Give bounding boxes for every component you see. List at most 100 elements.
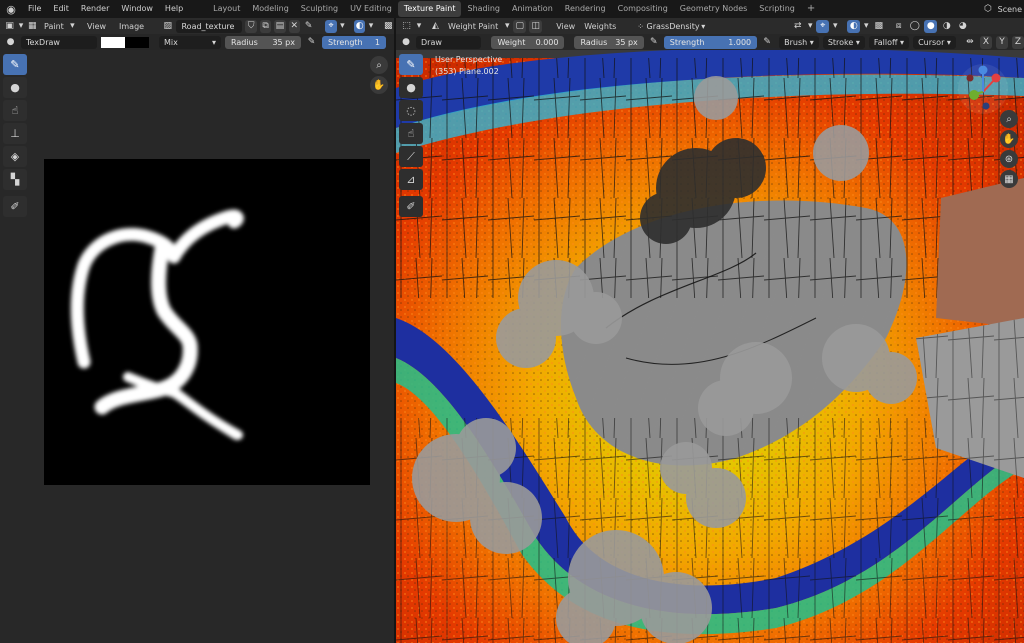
camera-view-icon[interactable]: ⊛ (1000, 150, 1018, 168)
mode-selector[interactable]: Paint (41, 22, 67, 31)
tab-texture-paint[interactable]: Texture Paint (397, 1, 462, 17)
rendered-shading-icon[interactable]: ◕ (956, 20, 969, 33)
gizmo-icon[interactable]: ◐ (353, 19, 366, 33)
wireframe-shading-icon[interactable]: ◯ (908, 20, 921, 33)
mode-selector[interactable]: Weight Paint (445, 22, 501, 31)
fake-user-icon[interactable]: ⛉ (245, 19, 257, 33)
perspective-toggle-icon[interactable]: ▦ (1000, 170, 1018, 188)
tab-scripting[interactable]: Scripting (753, 1, 801, 17)
radius-slider[interactable]: Radius 35 px (225, 35, 301, 49)
pressure-icon[interactable]: ✎ (305, 36, 318, 49)
transform-pivot-icon[interactable]: ⇄ (791, 20, 804, 33)
pan-hand-icon[interactable]: ✋ (1000, 130, 1018, 148)
smear-icon[interactable]: ☝ (3, 100, 27, 121)
axis-gizmo[interactable] (956, 62, 1010, 116)
material-shading-icon[interactable]: ◑ (940, 20, 953, 33)
brush-icon[interactable]: ✎ (3, 54, 27, 75)
strength-slider[interactable]: Strength 1.000 (663, 35, 758, 49)
add-workspace-icon[interactable]: + (801, 1, 821, 17)
brush-name-field[interactable]: TexDraw (21, 35, 97, 49)
strength-slider[interactable]: Strength 1 (322, 35, 386, 49)
secondary-color-swatch[interactable] (125, 36, 149, 48)
vertex-group-dropdown[interactable]: ⁘ GrassDensity ▾ (632, 19, 711, 33)
solid-shading-icon[interactable]: ● (924, 19, 938, 33)
gradient-icon[interactable]: ⟋ (399, 146, 423, 167)
menu-image[interactable]: Image (116, 22, 147, 31)
blend-mode-dropdown[interactable]: Mix ▾ (159, 35, 221, 49)
menu-window[interactable]: Window (115, 0, 159, 18)
vertex-group-icon: ⁘ (637, 21, 644, 31)
zoom-icon[interactable]: ⌕ (370, 56, 388, 74)
sample-icon[interactable]: ⊿ (399, 169, 423, 190)
tab-rendering[interactable]: Rendering (559, 1, 612, 17)
image-name-field[interactable]: Road_texture (176, 19, 243, 33)
radius-slider[interactable]: Radius 35 px (574, 35, 644, 49)
annotate-icon[interactable]: ✐ (3, 196, 27, 217)
image-browse-icon[interactable]: ▨ (162, 20, 173, 33)
falloff-menu[interactable]: Falloff ▾ (868, 35, 910, 49)
brush-name-field[interactable]: Draw (416, 35, 482, 49)
smear-icon[interactable]: ☝ (399, 123, 423, 144)
perspective-label: User Perspective (435, 55, 503, 64)
chevron-down-icon: ▾ (701, 21, 706, 31)
new-image-icon[interactable]: ⧉ (259, 19, 272, 33)
zoom-icon[interactable]: ⌕ (1000, 110, 1018, 128)
overlay-icon[interactable]: ▩ (872, 20, 885, 33)
annotate-icon[interactable]: ✐ (399, 196, 423, 217)
weight-paint-mode-icon: ◭ (432, 20, 439, 31)
blur-icon[interactable]: ● (3, 77, 27, 98)
menu-view[interactable]: View (84, 22, 109, 31)
tab-modeling[interactable]: Modeling (246, 1, 294, 17)
fill-icon[interactable]: ◈ (3, 146, 27, 167)
pressure-icon[interactable]: ✎ (761, 36, 773, 49)
weight-slider[interactable]: Weight 0.000 (491, 35, 565, 49)
brush-menu[interactable]: Brush ▾ (779, 35, 819, 49)
3d-viewport[interactable]: ⬚ ▾ ◭ Weight Paint ▾ ▢ ◫ View Weights ⁘ … (396, 18, 1024, 643)
radius-label: Radius (231, 37, 258, 47)
brush-icon[interactable]: ✎ (399, 54, 423, 75)
pressure-icon[interactable]: ✎ (648, 36, 660, 49)
open-image-icon[interactable]: ▤ (274, 19, 286, 33)
scene-selector[interactable]: ⬡ Scene (982, 0, 1024, 18)
editor-type-icon[interactable]: ⬚ (400, 20, 413, 33)
blender-logo-icon[interactable]: ◉ (0, 0, 22, 18)
brush-preview-icon[interactable]: ● (400, 36, 412, 49)
menu-view[interactable]: View (553, 22, 578, 31)
gizmo-icon[interactable]: ◐ (847, 19, 861, 33)
mask-toggle-icon[interactable]: ▢ (513, 19, 527, 33)
uv-sync-icon[interactable]: ⌖ (325, 19, 337, 33)
tab-layout[interactable]: Layout (207, 1, 246, 17)
average-icon[interactable]: ◌ (399, 100, 423, 121)
tab-uv-editing[interactable]: UV Editing (344, 1, 398, 17)
blur-icon[interactable]: ● (399, 77, 423, 98)
tab-sculpting[interactable]: Sculpting (295, 1, 344, 17)
unlink-icon[interactable]: ✕ (288, 19, 300, 33)
menu-weights[interactable]: Weights (581, 22, 619, 31)
pan-hand-icon[interactable]: ✋ (370, 76, 388, 94)
menu-file[interactable]: File (22, 0, 47, 18)
menu-render[interactable]: Render (75, 0, 115, 18)
tab-geometry-nodes[interactable]: Geometry Nodes (674, 1, 753, 17)
xray-icon[interactable]: ⧈ (892, 20, 905, 33)
tab-shading[interactable]: Shading (461, 1, 506, 17)
clone-icon[interactable]: ⊥ (3, 123, 27, 144)
symmetry-y-toggle[interactable]: Y (995, 35, 1008, 49)
pin-icon[interactable]: ✎ (303, 20, 314, 33)
primary-color-swatch[interactable] (101, 36, 125, 48)
stroke-menu[interactable]: Stroke ▾ (822, 35, 865, 49)
road-texture-canvas[interactable] (44, 159, 370, 485)
vertex-select-icon[interactable]: ◫ (529, 19, 543, 33)
brush-preview-icon[interactable]: ● (4, 36, 17, 49)
editor-type-icon[interactable]: ▣ (4, 20, 15, 33)
overlay-icon[interactable]: ▩ (383, 20, 394, 33)
mask-icon[interactable]: ▚ (3, 169, 27, 190)
cursor-menu[interactable]: Cursor ▾ (913, 35, 956, 49)
tab-animation[interactable]: Animation (506, 1, 559, 17)
symmetry-x-toggle[interactable]: X (979, 35, 992, 49)
menu-help[interactable]: Help (159, 0, 189, 18)
menu-edit[interactable]: Edit (47, 0, 75, 18)
symmetry-z-toggle[interactable]: Z (1011, 35, 1024, 49)
chevron-down-icon: ▾ (368, 20, 374, 31)
snap-icon[interactable]: ⌖ (816, 19, 830, 33)
tab-compositing[interactable]: Compositing (612, 1, 674, 17)
